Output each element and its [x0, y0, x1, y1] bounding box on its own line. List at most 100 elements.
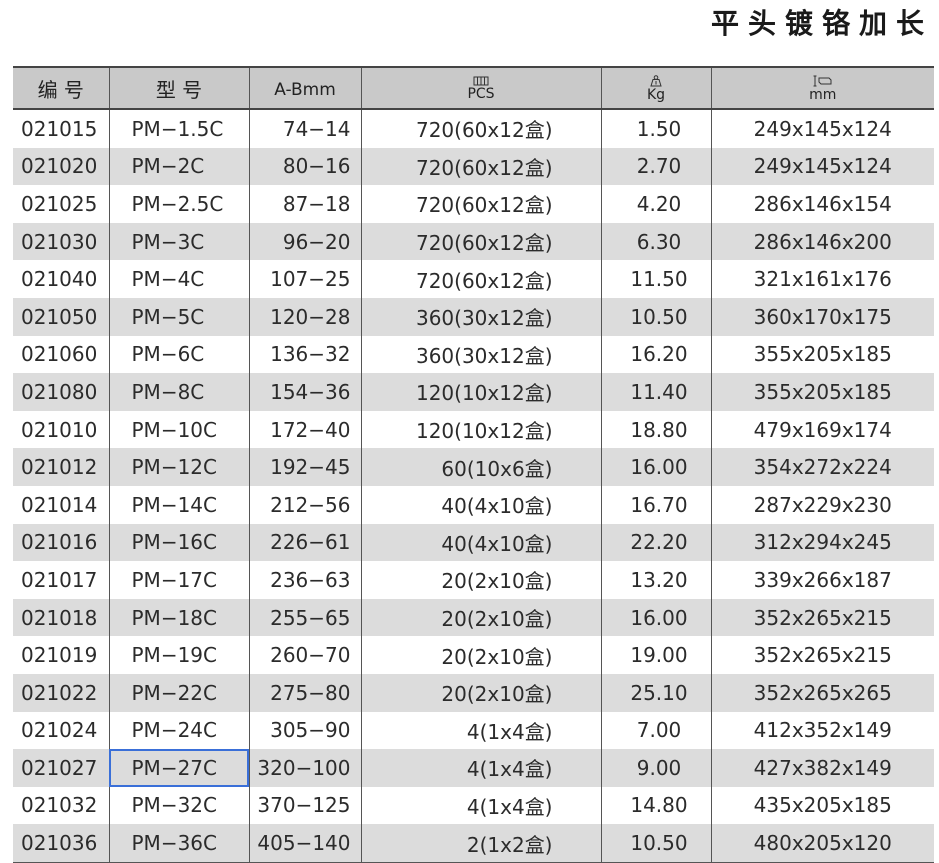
table-row[interactable]: 021018 PM−18C 255−65 20(2x10盒) 16.00 352x265x… [13, 598, 934, 637]
cell-weight[interactable]: 13.20 [600, 561, 711, 599]
cell-dimensions[interactable]: 352x265x215 [710, 598, 934, 637]
cell-dimensions[interactable]: 352x265x215 [710, 636, 934, 674]
table-row[interactable]: 021080 PM−8C 154−36 120(10x12盒) 11.40 355x205… [13, 373, 934, 411]
cell-pcs[interactable]: 20(2x10盒) [360, 636, 601, 674]
cell-pcs[interactable]: 120(10x12盒) [360, 373, 601, 411]
cell-weight[interactable]: 7.00 [600, 711, 711, 750]
cell-code[interactable]: 021014 [13, 486, 109, 524]
table-row[interactable]: 021022 PM−22C 275−80 20(2x10盒) 25.10 352x265x… [13, 673, 934, 712]
cell-weight[interactable]: 25.10 [600, 673, 711, 712]
cell-pcs[interactable]: 120(10x12盒) [360, 410, 601, 449]
cell-ab-length[interactable]: 236−63 [248, 561, 361, 599]
cell-code[interactable]: 021012 [13, 448, 109, 486]
cell-pcs[interactable]: 720(60x12盒) [360, 260, 601, 298]
cell-model[interactable]: PM−6C [108, 335, 249, 374]
cell-ab-length[interactable]: 107−25 [248, 260, 361, 298]
cell-pcs[interactable]: 40(4x10盒) [360, 523, 601, 562]
cell-weight[interactable]: 10.50 [600, 297, 711, 336]
cell-ab-length[interactable]: 255−65 [248, 598, 361, 637]
table-row[interactable]: 021012 PM−12C 192−45 60(10x6盒) 16.00 354x272x… [13, 448, 934, 486]
cell-code[interactable]: 021040 [13, 260, 109, 298]
cell-code[interactable]: 021024 [13, 712, 109, 750]
table-row[interactable]: 021024 PM−24C 305−90 4(1x4盒) 7.00 412x352x149 [13, 711, 934, 750]
cell-model[interactable]: PM−27C [108, 749, 249, 787]
cell-code[interactable]: 021030 [13, 222, 109, 261]
cell-dimensions[interactable]: 352x265x265 [710, 673, 934, 712]
cell-model[interactable]: PM−5C [108, 297, 249, 336]
cell-code[interactable]: 021020 [13, 147, 109, 186]
table-row[interactable]: 021030 PM−3C 96−20 720(60x12盒) 6.30 286x146x2… [13, 222, 934, 261]
cell-model[interactable]: PM−19C [108, 636, 249, 674]
table-row[interactable]: 021010 PM−10C 172−40 120(10x12盒) 18.80 479x16… [13, 410, 934, 449]
cell-code[interactable]: 021025 [13, 185, 109, 223]
cell-dimensions[interactable]: 427x382x149 [710, 749, 934, 787]
cell-pcs[interactable]: 20(2x10盒) [360, 598, 601, 637]
cell-model[interactable]: PM−10C [108, 410, 249, 449]
cell-weight[interactable]: 2.70 [600, 147, 711, 186]
cell-model[interactable]: PM−2.5C [108, 185, 249, 223]
cell-code[interactable]: 021019 [13, 636, 109, 674]
cell-weight[interactable]: 14.80 [600, 786, 711, 825]
cell-pcs[interactable]: 720(60x12盒) [360, 147, 601, 186]
cell-dimensions[interactable]: 312x294x245 [710, 523, 934, 562]
cell-ab-length[interactable]: 87−18 [248, 185, 361, 223]
table-row[interactable]: 021032 PM−32C 370−125 4(1x4盒) 14.80 435x205x1… [13, 786, 934, 825]
cell-pcs[interactable]: 20(2x10盒) [360, 561, 601, 599]
table-row[interactable]: 021027 PM−27C 320−100 4(1x4盒) 9.00 427x382x14… [13, 749, 934, 787]
cell-code[interactable]: 021016 [13, 523, 109, 562]
cell-model[interactable]: PM−18C [108, 598, 249, 637]
cell-weight[interactable]: 1.50 [600, 109, 711, 148]
cell-dimensions[interactable]: 249x145x124 [710, 147, 934, 186]
cell-dimensions[interactable]: 286x146x154 [710, 185, 934, 223]
cell-model[interactable]: PM−12C [108, 448, 249, 486]
cell-ab-length[interactable]: 370−125 [248, 786, 361, 825]
cell-ab-length[interactable]: 172−40 [248, 410, 361, 449]
cell-dimensions[interactable]: 360x170x175 [710, 297, 934, 336]
table-row[interactable]: 021040 PM−4C 107−25 720(60x12盒) 11.50 321x161… [13, 260, 934, 298]
cell-model[interactable]: PM−17C [108, 561, 249, 599]
cell-dimensions[interactable]: 412x352x149 [710, 711, 934, 750]
cell-model[interactable]: PM−16C [108, 523, 249, 562]
cell-pcs[interactable]: 720(60x12盒) [360, 109, 601, 148]
table-row[interactable]: 021015 PM−1.5C 74−14 720(60x12盒) 1.50 249x145… [13, 109, 934, 148]
cell-code[interactable]: 021022 [13, 673, 109, 712]
cell-dimensions[interactable]: 354x272x224 [710, 448, 934, 486]
cell-dimensions[interactable]: 479x169x174 [710, 410, 934, 449]
cell-pcs[interactable]: 60(10x6盒) [360, 448, 601, 486]
table-row[interactable]: 021014 PM−14C 212−56 40(4x10盒) 16.70 287x229x… [13, 485, 934, 524]
cell-ab-length[interactable]: 96−20 [248, 222, 361, 261]
cell-pcs[interactable]: 4(1x4盒) [360, 786, 601, 825]
cell-pcs[interactable]: 720(60x12盒) [360, 222, 601, 261]
cell-code[interactable]: 021027 [13, 749, 109, 787]
cell-pcs[interactable]: 720(60x12盒) [360, 185, 601, 223]
table-row[interactable]: 021016 PM−16C 226−61 40(4x10盒) 22.20 312x294x… [13, 523, 934, 562]
cell-pcs[interactable]: 40(4x10盒) [360, 485, 601, 524]
cell-pcs[interactable]: 20(2x10盒) [360, 673, 601, 712]
cell-weight[interactable]: 16.00 [600, 448, 711, 486]
cell-weight[interactable]: 19.00 [600, 636, 711, 674]
cell-dimensions[interactable]: 321x161x176 [710, 260, 934, 298]
cell-dimensions[interactable]: 355x205x185 [710, 335, 934, 374]
cell-weight[interactable]: 22.20 [600, 523, 711, 562]
cell-code[interactable]: 021018 [13, 598, 109, 637]
cell-model[interactable]: PM−32C [108, 786, 249, 825]
table-row[interactable]: 021019 PM−19C 260−70 20(2x10盒) 19.00 352x265x… [13, 636, 934, 674]
table-row[interactable]: 021017 PM−17C 236−63 20(2x10盒) 13.20 339x266x… [13, 561, 934, 599]
cell-ab-length[interactable]: 74−14 [248, 109, 361, 148]
cell-model[interactable]: PM−4C [108, 260, 249, 298]
cell-dimensions[interactable]: 355x205x185 [710, 373, 934, 411]
cell-weight[interactable]: 6.30 [600, 222, 711, 261]
table-row[interactable]: 021060 PM−6C 136−32 360(30x12盒) 16.20 355x205… [13, 335, 934, 374]
cell-ab-length[interactable]: 305−90 [248, 711, 361, 750]
cell-model[interactable]: PM−24C [108, 711, 249, 750]
cell-model[interactable]: PM−14C [108, 485, 249, 524]
cell-model[interactable]: PM−22C [108, 673, 249, 712]
cell-ab-length[interactable]: 136−32 [248, 335, 361, 374]
cell-pcs[interactable]: 360(30x12盒) [360, 335, 601, 374]
cell-model[interactable]: PM−1.5C [108, 109, 249, 148]
cell-code[interactable]: 021010 [13, 411, 109, 449]
cell-pcs[interactable]: 4(1x4盒) [360, 711, 601, 750]
cell-weight[interactable]: 11.50 [600, 260, 711, 298]
cell-model[interactable]: PM−3C [108, 222, 249, 261]
cell-ab-length[interactable]: 275−80 [248, 673, 361, 712]
